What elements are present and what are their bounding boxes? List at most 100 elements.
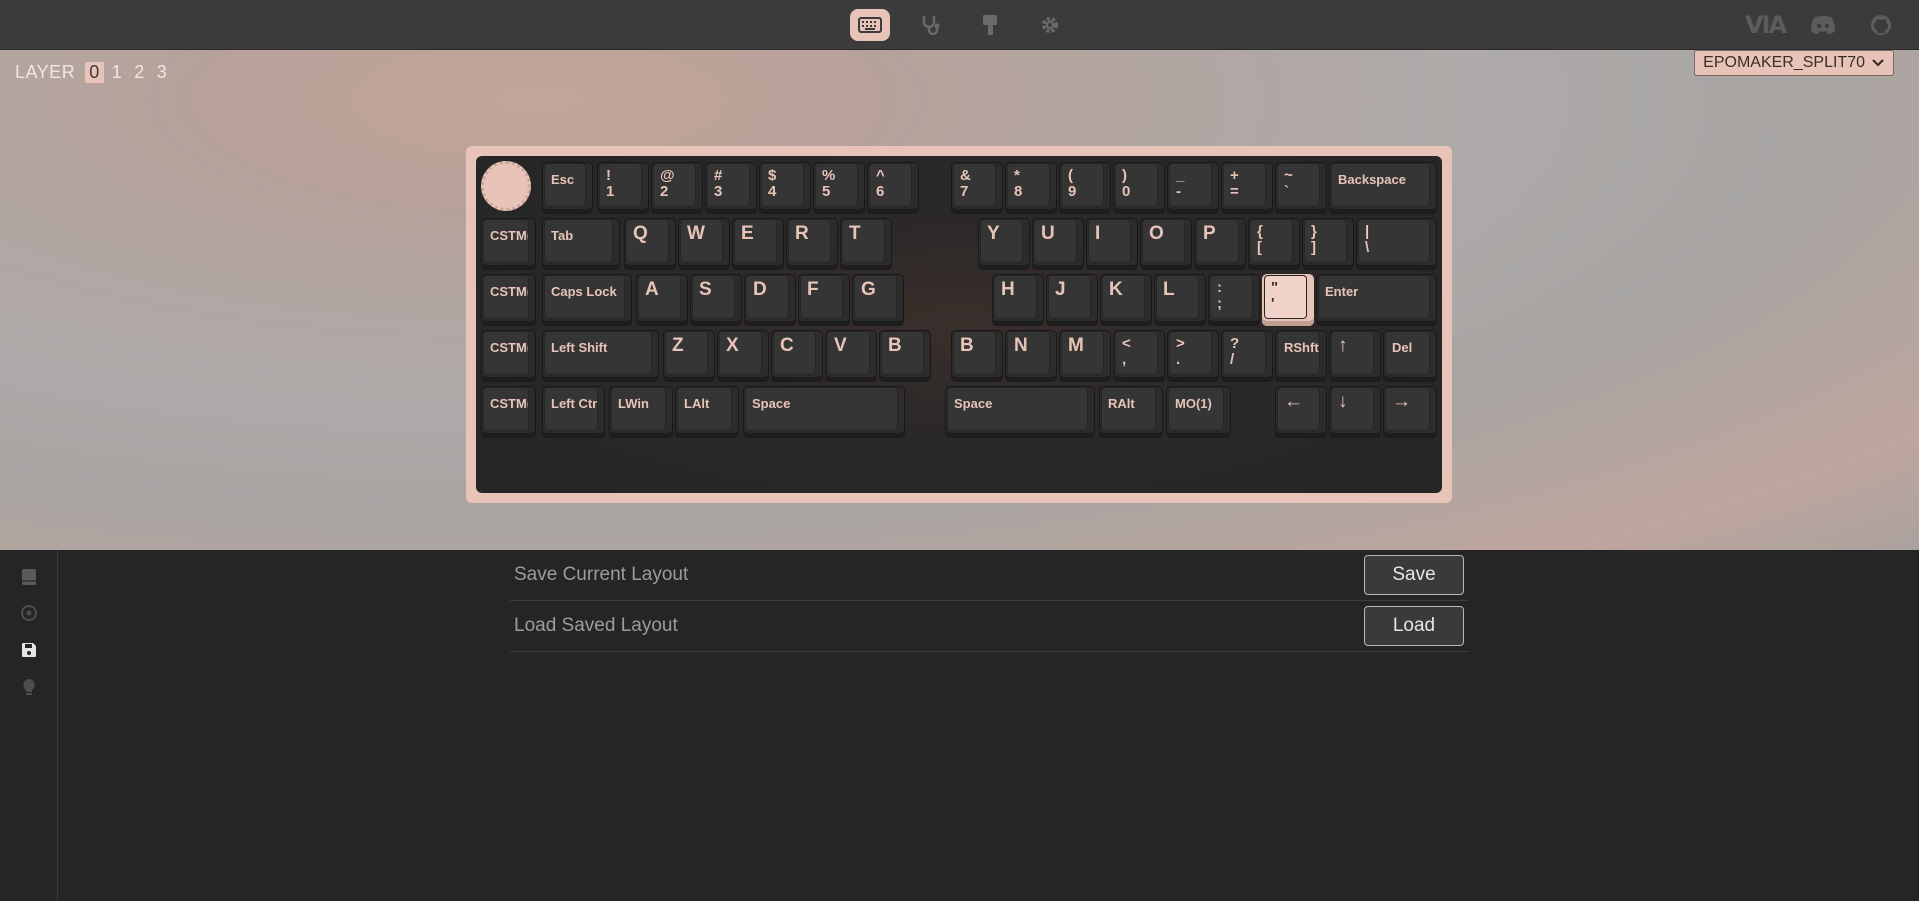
key[interactable]: + = — [1221, 162, 1273, 214]
key[interactable]: ↓ — [1329, 386, 1381, 438]
key[interactable]: CSTM(3) — [481, 330, 536, 382]
layer-0[interactable]: 0 — [85, 62, 104, 83]
key[interactable]: A — [636, 274, 688, 326]
key[interactable]: C — [771, 330, 823, 382]
key[interactable]: ↑ — [1329, 330, 1381, 382]
key[interactable]: M — [1059, 330, 1111, 382]
layer-3[interactable]: 3 — [153, 62, 172, 83]
discord-link[interactable] — [1803, 12, 1843, 38]
key[interactable]: CSTM(2) — [481, 274, 536, 326]
key[interactable]: O — [1140, 218, 1192, 270]
key[interactable]: }] — [1302, 218, 1354, 270]
key[interactable]: Backspace — [1329, 162, 1437, 214]
device-dropdown[interactable]: EPOMAKER_SPLIT70 — [1694, 50, 1894, 76]
load-button[interactable]: Load — [1364, 606, 1464, 646]
key[interactable]: ) 0 — [1113, 162, 1165, 214]
key[interactable]: L — [1154, 274, 1206, 326]
key[interactable]: ^ 6 — [867, 162, 919, 214]
design-tab[interactable] — [970, 9, 1010, 41]
settings-tab[interactable] — [1030, 9, 1070, 41]
key[interactable]: | \ — [1356, 218, 1437, 270]
key[interactable]: RAlt — [1099, 386, 1163, 438]
key-legend: B — [882, 332, 923, 374]
key[interactable]: B — [951, 330, 1003, 382]
key[interactable]: D — [744, 274, 796, 326]
key[interactable]: * 8 — [1005, 162, 1057, 214]
layer-1[interactable]: 1 — [108, 62, 127, 83]
key-legend: Left Ctrl — [545, 388, 597, 430]
key[interactable]: Left Ctrl — [542, 386, 605, 438]
key[interactable]: $4 — [759, 162, 811, 214]
key[interactable]: Space — [743, 386, 905, 438]
key-legend: Space — [746, 388, 897, 430]
key[interactable]: >. — [1167, 330, 1219, 382]
key[interactable]: ~ ` — [1275, 162, 1327, 214]
key-legend: <, — [1116, 332, 1157, 374]
sidebar-item-macros[interactable] — [18, 602, 40, 624]
key[interactable]: X — [717, 330, 769, 382]
key[interactable]: Caps Lock — [542, 274, 632, 326]
sidebar-item-keymap[interactable] — [18, 566, 40, 588]
key[interactable]: ← — [1275, 386, 1327, 438]
key[interactable]: V — [825, 330, 877, 382]
key[interactable]: U — [1032, 218, 1084, 270]
key[interactable]: MO(1) — [1166, 386, 1231, 438]
key[interactable]: LWin — [609, 386, 673, 438]
key-legend: N — [1008, 332, 1049, 374]
key[interactable]: W — [678, 218, 730, 270]
key[interactable]: #3 — [705, 162, 757, 214]
key[interactable]: J — [1046, 274, 1098, 326]
key-legend: A — [639, 276, 680, 318]
key[interactable]: P — [1194, 218, 1246, 270]
gear-icon — [1042, 17, 1058, 33]
key[interactable]: ? / — [1221, 330, 1273, 382]
key[interactable]: {[ — [1248, 218, 1300, 270]
key[interactable]: Left Shift — [542, 330, 659, 382]
key-legend: & 7 — [954, 164, 995, 206]
key[interactable]: <, — [1113, 330, 1165, 382]
key[interactable]: I — [1086, 218, 1138, 270]
layer-2[interactable]: 2 — [130, 62, 149, 83]
sidebar-item-lighting[interactable] — [18, 676, 40, 698]
key[interactable]: :; — [1208, 274, 1260, 326]
key[interactable]: % 5 — [813, 162, 865, 214]
rotary-knob[interactable] — [481, 161, 531, 211]
key[interactable]: Y — [978, 218, 1030, 270]
key[interactable]: → — [1383, 386, 1437, 438]
key[interactable]: R — [786, 218, 838, 270]
save-load-panel: Save Current Layout Save Load Saved Layo… — [510, 550, 1468, 652]
key[interactable]: ! 1 — [597, 162, 649, 214]
key[interactable]: G — [852, 274, 904, 326]
save-button[interactable]: Save — [1364, 555, 1464, 595]
key[interactable]: (9 — [1059, 162, 1111, 214]
key[interactable]: @2 — [651, 162, 703, 214]
key[interactable]: Enter — [1316, 274, 1437, 326]
key[interactable]: RShft — [1275, 330, 1327, 382]
key[interactable]: Space — [945, 386, 1095, 438]
via-link[interactable]: VIA — [1745, 11, 1787, 39]
key-legend: Left Shift — [545, 332, 651, 374]
test-tab[interactable] — [910, 9, 950, 41]
key[interactable]: F — [798, 274, 850, 326]
key[interactable]: K — [1100, 274, 1152, 326]
key[interactable]: S — [690, 274, 742, 326]
key[interactable]: LAlt — [675, 386, 739, 438]
key[interactable]: H — [992, 274, 1044, 326]
key[interactable]: Esc — [542, 162, 593, 214]
configure-tab[interactable] — [850, 9, 890, 41]
key[interactable]: " ' — [1262, 274, 1314, 326]
key[interactable]: Del — [1383, 330, 1437, 382]
key[interactable]: N — [1005, 330, 1057, 382]
sidebar-item-save-load[interactable] — [18, 639, 40, 661]
key[interactable]: T — [840, 218, 892, 270]
key[interactable]: CSTM(4) — [481, 386, 536, 438]
github-link[interactable] — [1861, 12, 1901, 38]
key[interactable]: B — [879, 330, 931, 382]
key[interactable]: E — [732, 218, 784, 270]
key[interactable]: Z — [663, 330, 715, 382]
key[interactable]: CSTM(1) — [481, 218, 536, 270]
key[interactable]: _ - — [1167, 162, 1219, 214]
key[interactable]: Q — [624, 218, 676, 270]
key[interactable]: Tab — [542, 218, 620, 270]
key[interactable]: & 7 — [951, 162, 1003, 214]
